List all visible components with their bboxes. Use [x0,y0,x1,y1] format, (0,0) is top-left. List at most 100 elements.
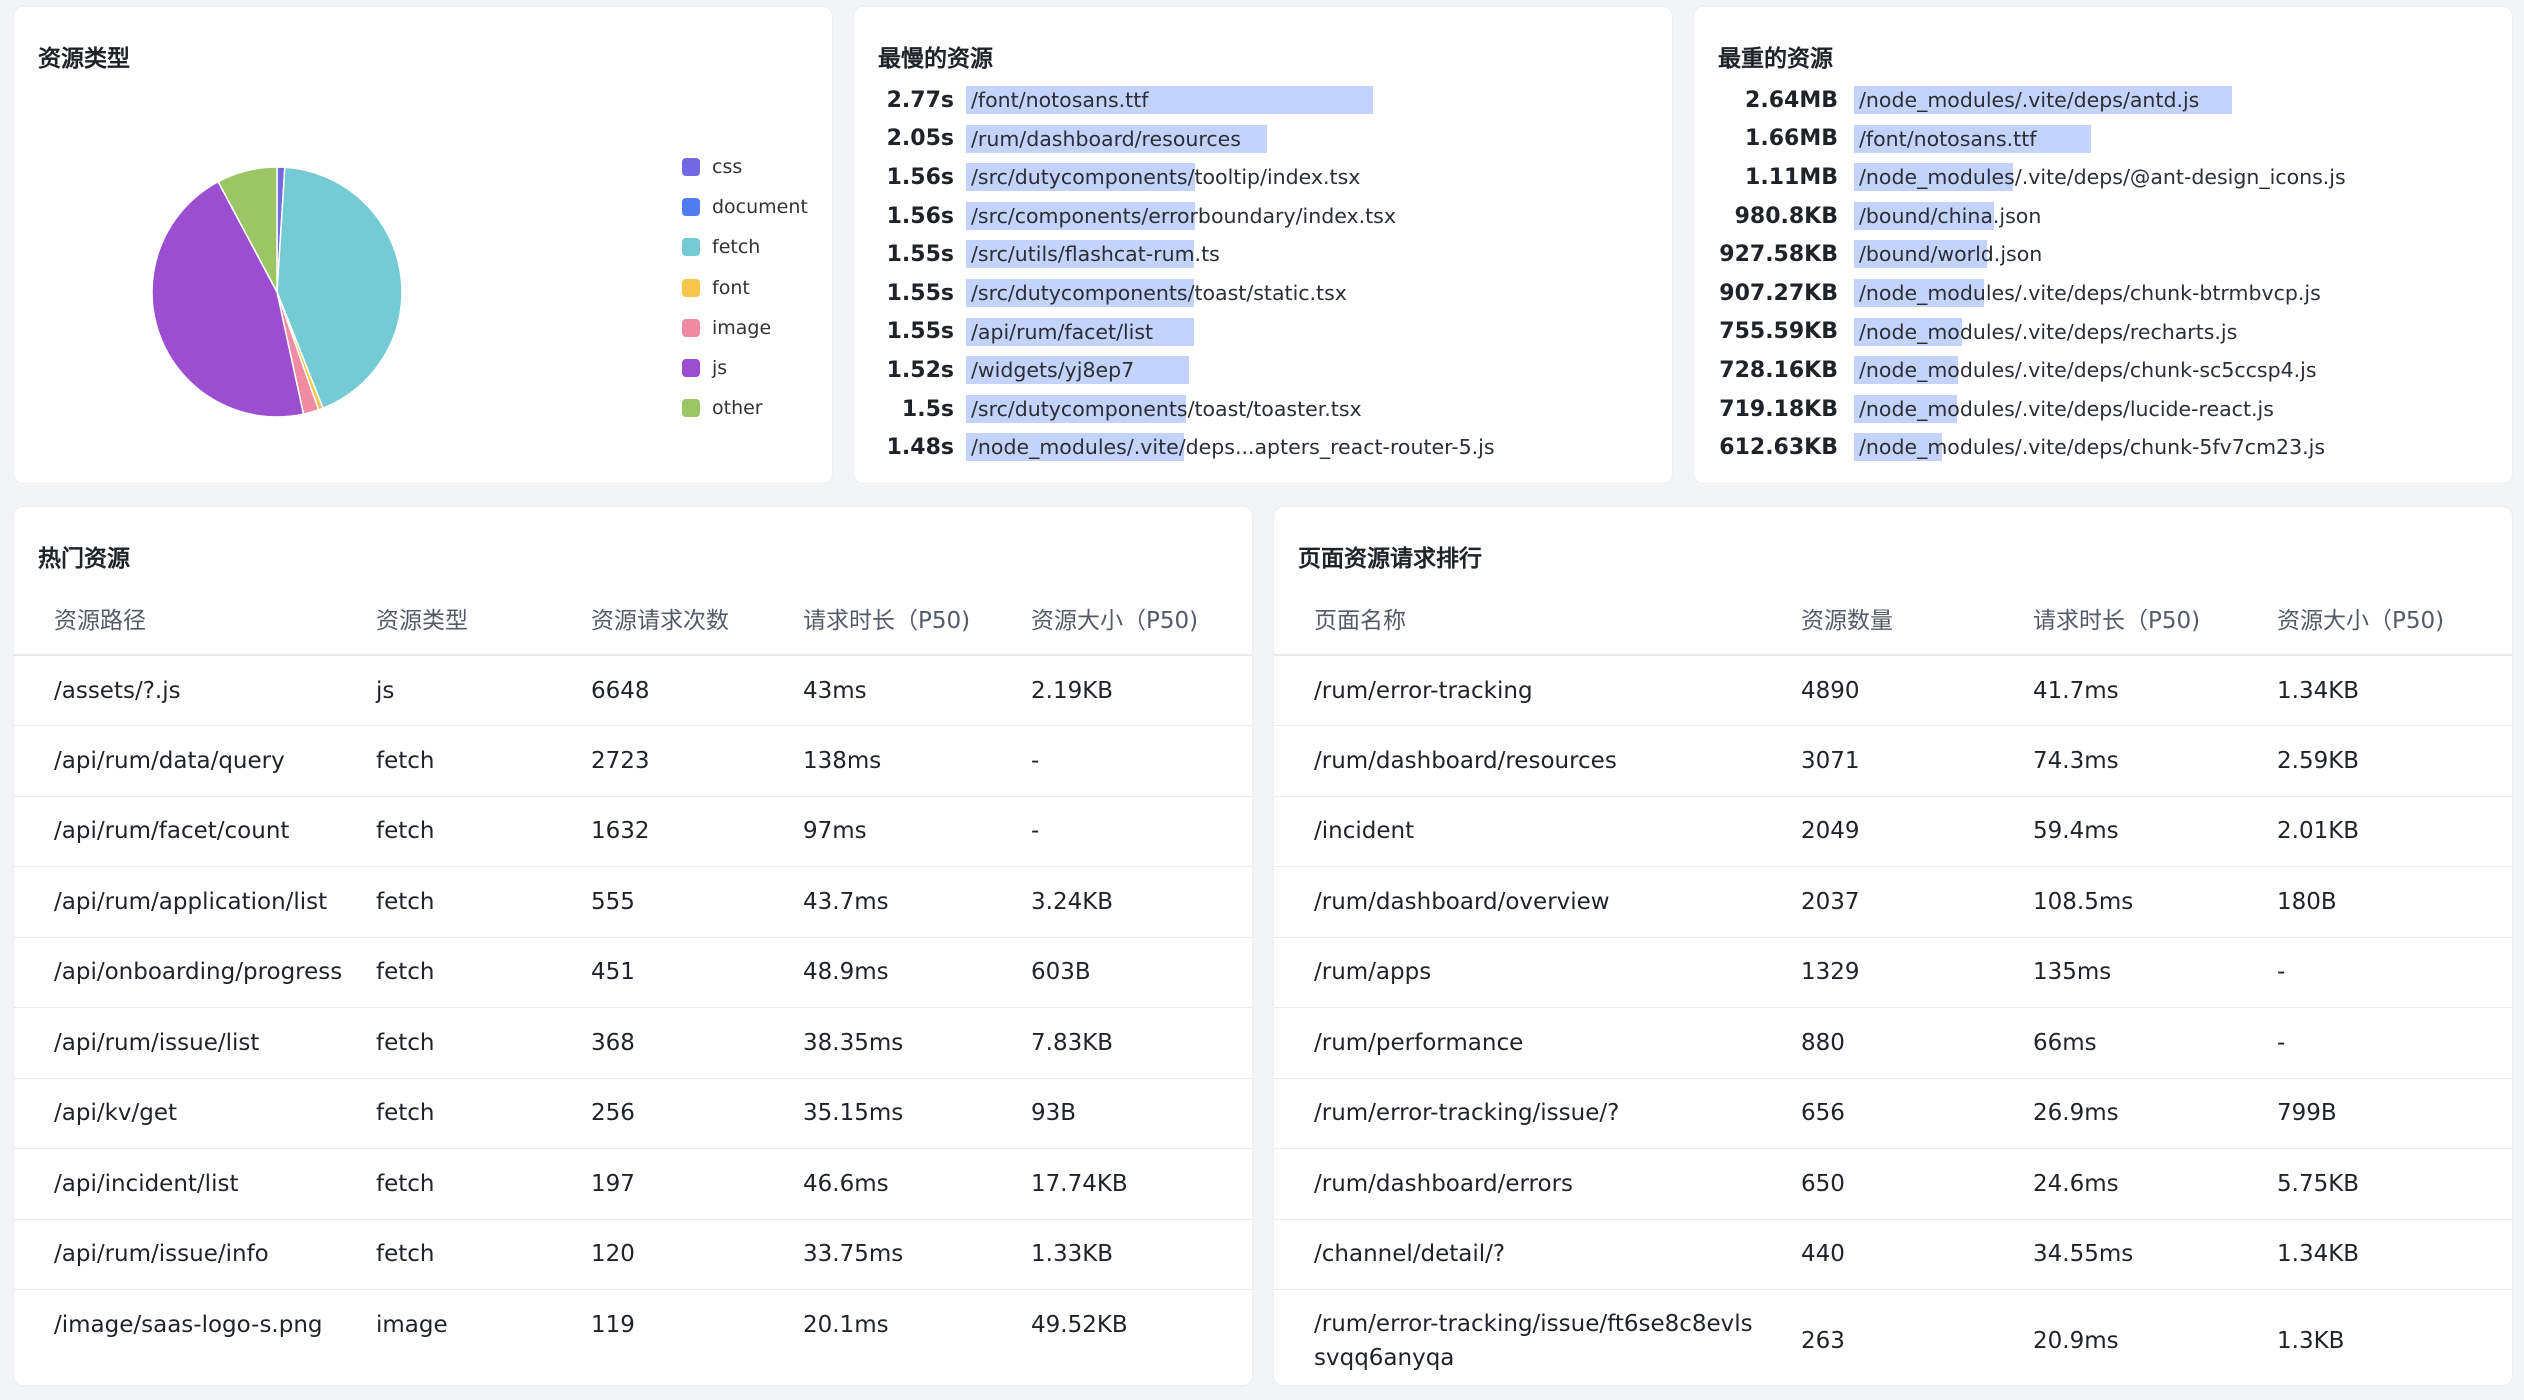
bar-row[interactable]: 1.11MB/node_modules/.vite/deps/@ant-desi… [1694,158,2512,197]
table-cell: 1.34KB [2237,655,2512,726]
table-cell: 6648 [551,655,763,726]
legend-item-css[interactable]: css [682,147,808,187]
table-row[interactable]: /api/rum/facet/count fetch 1632 97ms - [14,796,1252,867]
table-row[interactable]: /assets/?.js js 6648 43ms 2.19KB [14,655,1252,726]
table-cell: /api/onboarding/progress [14,937,342,1008]
bar-label[interactable]: /rum/dashboard/resources [971,125,1241,153]
bar-row[interactable]: 1.52s/widgets/yj8ep7 [854,351,1672,390]
legend-item-fetch[interactable]: fetch [682,227,808,267]
bar-label[interactable]: /font/notosans.ttf [1859,125,2036,153]
table-cell: fetch [336,725,551,797]
table-row[interactable]: /api/rum/data/query fetch 2723 138ms - [14,725,1252,797]
resource-types-pie-chart [151,166,403,418]
legend-item-image[interactable]: image [682,308,808,348]
table-row[interactable]: /rum/dashboard/errors 650 24.6ms 5.75KB [1274,1148,2512,1220]
table-row[interactable]: /api/kv/get fetch 256 35.15ms 93B [14,1078,1252,1149]
legend-label: fetch [712,236,761,259]
table-row[interactable]: /rum/error-tracking 4890 41.7ms 1.34KB [1274,655,2512,726]
hot-resources-column-header[interactable]: 资源路径 [14,581,336,656]
bar-label[interactable]: /widgets/yj8ep7 [971,356,1134,384]
bar-row[interactable]: 728.16KB/node_modules/.vite/deps/chunk-s… [1694,351,2512,390]
bar-label[interactable]: /node_modules/.vite/deps...apters_react-… [971,433,1495,461]
table-row[interactable]: /channel/detail/? 440 34.55ms 1.34KB [1274,1219,2512,1290]
legend-item-font[interactable]: font [682,268,808,308]
table-cell: 66ms [1993,1007,2237,1079]
bar-row[interactable]: 2.64MB/node_modules/.vite/deps/antd.js [1694,81,2512,120]
legend-item-js[interactable]: js [682,348,808,388]
bar-label[interactable]: /node_modules/.vite/deps/@ant-design_ico… [1859,163,2346,191]
hot-resources-column-header[interactable]: 资源请求次数 [551,581,763,656]
table-row[interactable]: /rum/performance 880 66ms - [1274,1007,2512,1079]
page-ranking-column-header[interactable]: 请求时长（P50) [1993,581,2237,656]
bar-row[interactable]: 2.77s/font/notosans.ttf [854,81,1672,120]
table-cell: 603B [991,937,1252,1008]
page-ranking-column-header[interactable]: 资源大小（P50) [2237,581,2512,656]
bar-label[interactable]: /src/utils/flashcat-rum.ts [971,240,1220,268]
bar-row[interactable]: 1.66MB/font/notosans.ttf [1694,120,2512,159]
table-cell: /api/rum/data/query [14,725,336,797]
bar-row[interactable]: 755.59KB/node_modules/.vite/deps/rechart… [1694,313,2512,352]
table-row[interactable]: /api/rum/issue/list fetch 368 38.35ms 7.83KB [14,1007,1252,1079]
bar-label[interactable]: /api/rum/facet/list [971,318,1153,346]
table-cell: 135ms [1993,937,2237,1008]
table-cell: 2.59KB [2237,725,2512,797]
bar-row[interactable]: 1.48s/node_modules/.vite/deps...apters_r… [854,428,1672,467]
table-row[interactable]: /api/incident/list fetch 197 46.6ms 17.74KB [14,1148,1252,1220]
table-row[interactable]: /rum/error-tracking/issue/ft6se8c8evlssv… [1274,1290,2512,1386]
bar-label[interactable]: /node_modules/.vite/deps/lucide-react.js [1859,395,2274,423]
bar-label[interactable]: /bound/world.json [1859,240,2042,268]
bar-label[interactable]: /src/dutycomponents/toast/toaster.tsx [971,395,1362,423]
table-row[interactable]: /api/rum/issue/info fetch 120 33.75ms 1.33KB [14,1219,1252,1290]
table-row[interactable]: /image/saas-logo-s.png image 119 20.1ms 49.5… [14,1290,1252,1361]
bar-row[interactable]: 1.55s/src/utils/flashcat-rum.ts [854,235,1672,274]
bar-value: 728.16KB [1719,357,1838,383]
bar-row[interactable]: 1.56s/src/dutycomponents/tooltip/index.t… [854,158,1672,197]
bar-label[interactable]: /node_modules/.vite/deps/antd.js [1859,86,2199,114]
bar-label[interactable]: /node_modules/.vite/deps/chunk-btrmbvcp.… [1859,279,2321,307]
page-ranking-column-header[interactable]: 资源数量 [1761,581,1993,656]
bar-value: 755.59KB [1719,319,1838,345]
table-cell: 7.83KB [991,1007,1252,1079]
bar-row[interactable]: 927.58KB/bound/world.json [1694,235,2512,274]
bar-label[interactable]: /bound/china.json [1859,202,2041,230]
table-row[interactable]: /api/rum/application/list fetch 555 43.7ms 3… [14,866,1252,938]
bar-label[interactable]: /node_modules/.vite/deps/chunk-sc5ccsp4.… [1859,356,2317,384]
bar-label[interactable]: /src/dutycomponents/tooltip/index.tsx [971,163,1360,191]
bar-row[interactable]: 1.56s/src/components/errorboundary/index… [854,197,1672,236]
legend-label: font [712,276,750,299]
bar-row[interactable]: 1.55s/api/rum/facet/list [854,313,1672,352]
legend-item-other[interactable]: other [682,388,808,428]
table-row[interactable]: /rum/error-tracking/issue/? 656 26.9ms 799B [1274,1078,2512,1149]
hot-resources-column-header[interactable]: 请求时长（P50) [763,581,991,656]
bar-row[interactable]: 2.05s/rum/dashboard/resources [854,120,1672,159]
table-cell: /api/rum/issue/info [14,1219,336,1290]
bar-label[interactable]: /node_modules/.vite/deps/chunk-5fv7cm23.… [1859,433,2325,461]
table-cell: 119 [591,1312,635,1338]
page-ranking-column-header[interactable]: 页面名称 [1274,581,1761,656]
bar-label[interactable]: /font/notosans.ttf [971,86,1148,114]
table-row[interactable]: /rum/dashboard/overview 2037 108.5ms 180B [1274,866,2512,938]
heaviest-resources-card: 最重的资源 2.64MB/node_modules/.vite/deps/ant… [1693,6,2513,484]
bar-row[interactable]: 1.5s/src/dutycomponents/toast/toaster.ts… [854,390,1672,429]
bar-label[interactable]: /src/components/errorboundary/index.tsx [971,202,1396,230]
hot-resources-column-header[interactable]: 资源大小（P50) [991,581,1252,656]
bar-track: /node_modules/.vite/deps/lucide-react.js [1854,394,2494,423]
table-row[interactable]: /incident 2049 59.4ms 2.01KB [1274,796,2512,867]
table-row[interactable]: /api/onboarding/progress fetch 451 48.9ms 60… [14,937,1252,1008]
table-cell: 880 [1761,1007,1993,1079]
legend-label: other [712,397,763,420]
bar-label[interactable]: /node_modules/.vite/deps/recharts.js [1859,318,2237,346]
table-row[interactable]: /rum/dashboard/resources 3071 74.3ms 2.59KB [1274,725,2512,797]
legend-item-document[interactable]: document [682,187,808,227]
bar-row[interactable]: 612.63KB/node_modules/.vite/deps/chunk-5… [1694,428,2512,467]
bar-label[interactable]: /src/dutycomponents/toast/static.tsx [971,279,1347,307]
bar-row[interactable]: 907.27KB/node_modules/.vite/deps/chunk-b… [1694,274,2512,313]
table-row[interactable]: /rum/apps 1329 135ms - [1274,937,2512,1008]
bar-row[interactable]: 980.8KB/bound/china.json [1694,197,2512,236]
bar-value: 1.56s [886,164,954,190]
bar-value: 1.48s [886,435,954,461]
bar-row[interactable]: 719.18KB/node_modules/.vite/deps/lucide-… [1694,390,2512,429]
bar-row[interactable]: 1.55s/src/dutycomponents/toast/static.ts… [854,274,1672,313]
hot-resources-column-header[interactable]: 资源类型 [336,581,551,656]
table-cell: /rum/error-tracking/issue/ft6se8c8evlssv… [1314,1311,1753,1372]
